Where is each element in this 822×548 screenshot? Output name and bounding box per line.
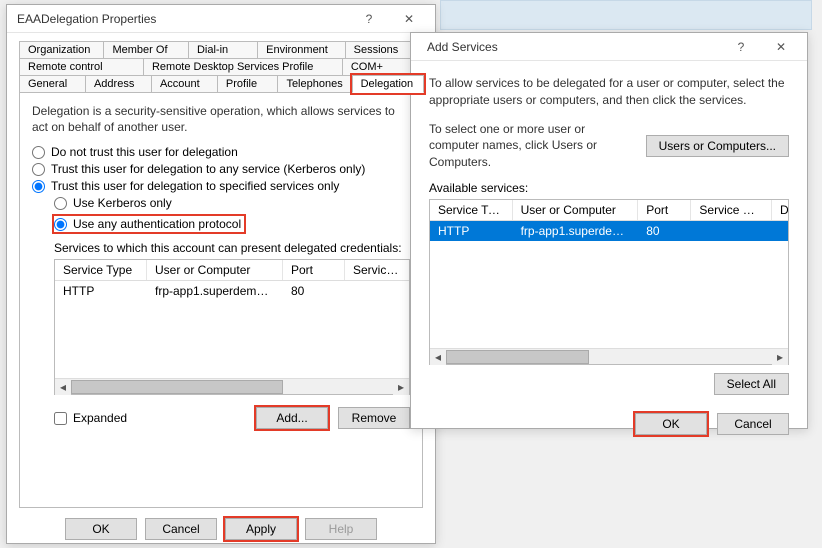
col-service-name[interactable]: Service Name <box>691 200 772 220</box>
tabs-row-3: General Address Account Profile Telephon… <box>19 75 423 93</box>
radio-any-auth-input[interactable] <box>54 218 67 231</box>
scroll-left-icon[interactable]: ◂ <box>55 379 71 395</box>
tab-organization[interactable]: Organization <box>19 41 104 58</box>
tabs-row-2: Remote control Remote Desktop Services P… <box>19 58 423 75</box>
properties-titlebar[interactable]: EAADelegation Properties ? ✕ <box>7 5 435 33</box>
delegation-description: Delegation is a security-sensitive opera… <box>32 103 410 135</box>
add-services-title: Add Services <box>421 40 721 54</box>
table-row[interactable]: HTTP frp-app1.superdemo.l... 80 <box>55 281 409 301</box>
properties-title: EAADelegation Properties <box>17 12 349 26</box>
tab-member-of[interactable]: Member Of <box>103 41 188 58</box>
cell-uoc: frp-app1.superdemo.l... <box>147 281 283 301</box>
add-services-titlebar[interactable]: Add Services ? ✕ <box>411 33 807 61</box>
tab-general[interactable]: General <box>19 75 86 93</box>
tab-rds-profile[interactable]: Remote Desktop Services Profile <box>143 58 343 75</box>
radio-trust-specified-input[interactable] <box>32 180 45 193</box>
tab-dial-in[interactable]: Dial-in <box>188 41 258 58</box>
scroll-right-icon[interactable]: ▸ <box>772 349 788 365</box>
cell-sname <box>345 281 409 301</box>
background-panel <box>440 0 812 30</box>
scrollbar-thumb[interactable] <box>446 350 589 364</box>
list-body[interactable]: HTTP frp-app1.superdemo.l... 80 <box>55 281 409 378</box>
cell-port: 80 <box>283 281 345 301</box>
cancel-button[interactable]: Cancel <box>717 413 789 435</box>
help-icon[interactable]: ? <box>721 34 761 60</box>
col-user-computer[interactable]: User or Computer <box>147 260 283 280</box>
tab-delegation[interactable]: Delegation <box>352 75 424 93</box>
radio-trust-any-label: Trust this user for delegation to any se… <box>51 162 365 176</box>
tab-profile[interactable]: Profile <box>217 75 279 93</box>
radio-trust-any-input[interactable] <box>32 163 45 176</box>
delegation-tab-content: Delegation is a security-sensitive opera… <box>19 92 423 508</box>
table-row[interactable]: HTTP frp-app1.superdemo.l... 80 <box>430 221 788 241</box>
col-service-type[interactable]: Service Type <box>55 260 147 280</box>
close-icon[interactable]: ✕ <box>761 34 801 60</box>
radio-any-auth[interactable]: Use any authentication protocol <box>54 216 244 232</box>
radio-kerberos-only[interactable]: Use Kerberos only <box>54 196 410 210</box>
scrollbar-thumb[interactable] <box>71 380 283 394</box>
checkbox-expanded[interactable]: Expanded <box>54 411 256 425</box>
close-icon[interactable]: ✕ <box>389 6 429 32</box>
radio-no-trust[interactable]: Do not trust this user for delegation <box>32 145 410 159</box>
tab-remote-control[interactable]: Remote control <box>19 58 144 75</box>
tab-account[interactable]: Account <box>151 75 218 93</box>
help-button[interactable]: Help <box>305 518 377 540</box>
cell-svc: HTTP <box>55 281 147 301</box>
hint-text-2: To select one or more user or computer n… <box>429 121 636 171</box>
cell-port: 80 <box>638 221 691 241</box>
ok-button[interactable]: OK <box>65 518 137 540</box>
apply-button[interactable]: Apply <box>225 518 297 540</box>
radio-any-auth-label: Use any authentication protocol <box>73 217 241 231</box>
radio-no-trust-label: Do not trust this user for delegation <box>51 145 238 159</box>
col-service-type[interactable]: Service Type <box>430 200 513 220</box>
list-body[interactable]: HTTP frp-app1.superdemo.l... 80 <box>430 221 788 348</box>
help-icon[interactable]: ? <box>349 6 389 32</box>
radio-trust-specified[interactable]: Trust this user for delegation to specif… <box>32 179 410 193</box>
col-d[interactable]: D <box>772 200 788 220</box>
radio-kerberos-only-input[interactable] <box>54 197 67 210</box>
add-services-window: Add Services ? ✕ To allow services to be… <box>410 32 808 429</box>
radio-kerberos-only-label: Use Kerberos only <box>73 196 172 210</box>
tab-address[interactable]: Address <box>85 75 152 93</box>
remove-button[interactable]: Remove <box>338 407 410 429</box>
checkbox-expanded-label: Expanded <box>73 411 127 425</box>
users-or-computers-button[interactable]: Users or Computers... <box>646 135 789 157</box>
cell-d <box>772 221 788 241</box>
col-port[interactable]: Port <box>283 260 345 280</box>
tab-environment[interactable]: Environment <box>257 41 346 58</box>
hint-text-1: To allow services to be delegated for a … <box>429 75 789 109</box>
available-services-label: Available services: <box>429 181 789 195</box>
tabs-row-1: Organization Member Of Dial-in Environme… <box>19 41 423 58</box>
radio-trust-specified-label: Trust this user for delegation to specif… <box>51 179 339 193</box>
scroll-left-icon[interactable]: ◂ <box>430 349 446 365</box>
ok-button[interactable]: OK <box>635 413 707 435</box>
delegated-services-list[interactable]: Service Type User or Computer Port Servi… <box>54 259 410 395</box>
checkbox-expanded-input[interactable] <box>54 412 67 425</box>
tab-telephones[interactable]: Telephones <box>277 75 352 93</box>
scroll-right-icon[interactable]: ▸ <box>393 379 409 395</box>
col-user-computer[interactable]: User or Computer <box>513 200 639 220</box>
services-label: Services to which this account can prese… <box>54 241 410 255</box>
properties-dialog-buttons: OK Cancel Apply Help <box>19 518 423 540</box>
select-all-button[interactable]: Select All <box>714 373 789 395</box>
cell-sname <box>691 221 772 241</box>
col-service-name[interactable]: Service N <box>345 260 409 280</box>
h-scrollbar[interactable]: ◂ ▸ <box>430 348 788 364</box>
list-header[interactable]: Service Type User or Computer Port Servi… <box>55 260 409 281</box>
add-button[interactable]: Add... <box>256 407 328 429</box>
h-scrollbar[interactable]: ◂ ▸ <box>55 378 409 394</box>
cell-svc: HTTP <box>430 221 513 241</box>
properties-window: EAADelegation Properties ? ✕ Organizatio… <box>6 4 436 544</box>
cell-uoc: frp-app1.superdemo.l... <box>513 221 639 241</box>
available-services-list[interactable]: Service Type User or Computer Port Servi… <box>429 199 789 365</box>
col-port[interactable]: Port <box>638 200 691 220</box>
list-header[interactable]: Service Type User or Computer Port Servi… <box>430 200 788 221</box>
radio-trust-any[interactable]: Trust this user for delegation to any se… <box>32 162 410 176</box>
cancel-button[interactable]: Cancel <box>145 518 217 540</box>
radio-no-trust-input[interactable] <box>32 146 45 159</box>
